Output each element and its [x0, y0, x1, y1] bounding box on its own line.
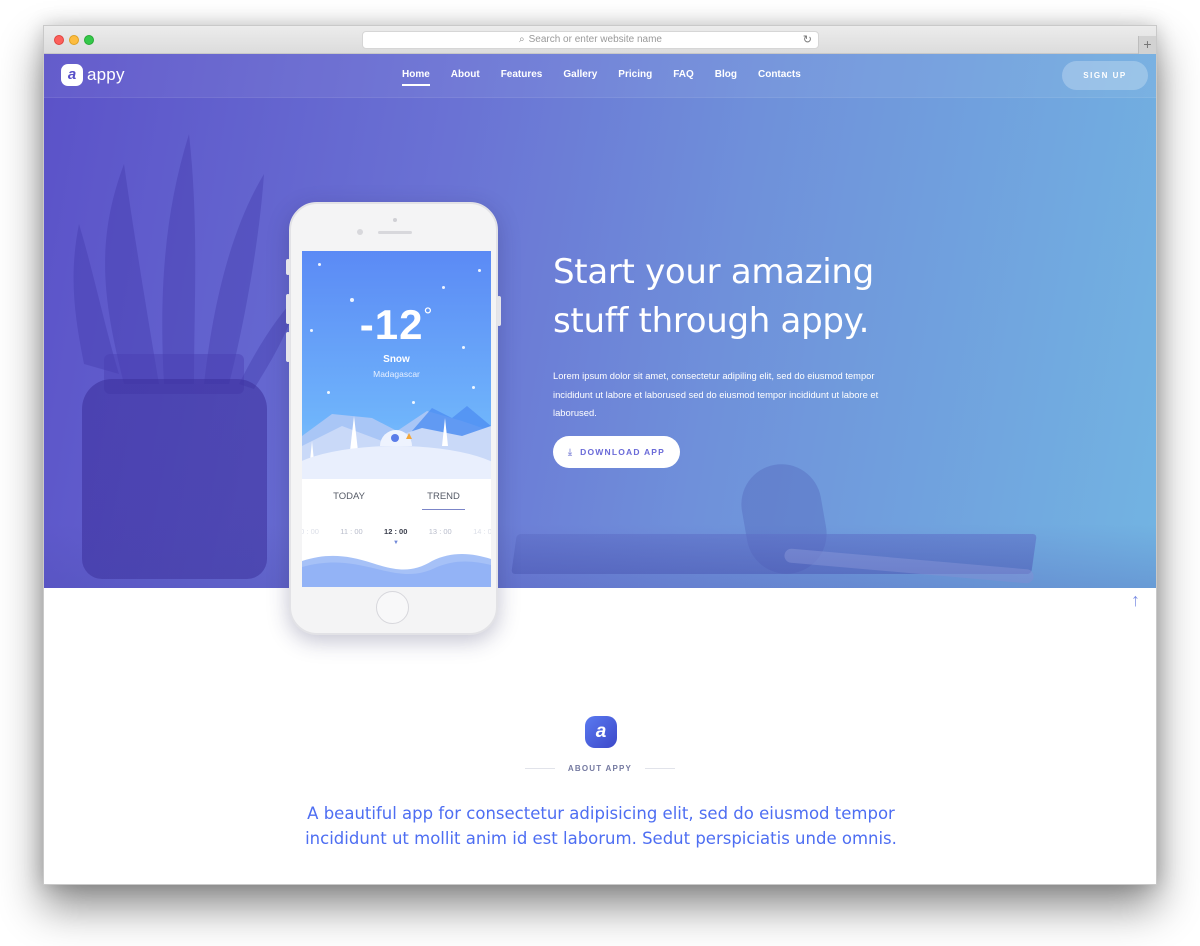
- time-slot[interactable]: 13 : 00: [429, 527, 452, 536]
- tab-today[interactable]: TODAY: [333, 491, 365, 510]
- logo-text: appy: [87, 65, 125, 84]
- nav-item-home[interactable]: Home: [402, 69, 430, 86]
- download-icon: ⤓: [567, 446, 574, 457]
- weather-app-screen: -12° Snow Madagascar TODAY TREND 10 : 00…: [302, 251, 491, 587]
- new-tab-button[interactable]: +: [1138, 36, 1156, 54]
- snowflake-icon: [412, 401, 415, 404]
- about-label-text: ABOUT APPY: [567, 764, 633, 773]
- degree-symbol: °: [423, 303, 434, 328]
- address-bar[interactable]: ⌕ Search or enter website name ↻: [362, 31, 819, 49]
- hero-title-line-2: stuff through appy.: [553, 301, 870, 341]
- weather-sky: -12° Snow Madagascar: [302, 251, 491, 479]
- maximize-window-button[interactable]: [84, 35, 94, 45]
- site-navbar: a appy Home About Features Gallery Prici…: [44, 54, 1156, 98]
- address-bar-placeholder: Search or enter website name: [528, 34, 662, 45]
- table-decoration: [44, 524, 1156, 588]
- hourly-timeline: 10 : 00 11 : 00 12 : 00 13 : 00 14 : 00: [302, 527, 491, 536]
- phone-volume-up: [286, 294, 290, 324]
- nav-item-contacts[interactable]: Contacts: [758, 69, 801, 85]
- nav-item-blog[interactable]: Blog: [715, 69, 737, 85]
- close-window-button[interactable]: [54, 35, 64, 45]
- time-slot[interactable]: 10 : 00: [302, 527, 319, 536]
- browser-window: ⌕ Search or enter website name ↻ + a appy: [43, 25, 1157, 885]
- nav-item-features[interactable]: Features: [501, 69, 543, 85]
- snowflake-icon: [478, 269, 481, 272]
- weather-condition: Snow: [383, 354, 410, 365]
- time-slot[interactable]: 11 : 00: [340, 527, 362, 536]
- minimize-window-button[interactable]: [69, 35, 79, 45]
- logo-badge: a: [61, 64, 83, 86]
- phone-mute-switch: [286, 259, 290, 275]
- about-section-label: ABOUT APPY: [44, 764, 1156, 773]
- hero-title-line-1: Start your amazing: [553, 252, 874, 292]
- current-time-caret-icon: ▼: [393, 540, 399, 546]
- phone-camera: [357, 229, 363, 235]
- trend-wave-chart: [302, 554, 491, 587]
- hero-title: Start your amazing stuff through appy.: [553, 248, 874, 346]
- download-app-button[interactable]: ⤓ DOWNLOAD APP: [553, 436, 680, 468]
- tab-trend[interactable]: TREND: [422, 491, 465, 510]
- nav-item-about[interactable]: About: [451, 69, 480, 85]
- arrow-up-icon[interactable]: ↑: [1131, 590, 1140, 611]
- snowy-landscape-illustration: [302, 406, 491, 479]
- phone-home-button: [376, 591, 409, 624]
- time-slot[interactable]: 14 : 00: [473, 527, 491, 536]
- temperature-value: -12: [359, 301, 424, 348]
- reload-icon[interactable]: ↻: [803, 32, 812, 48]
- about-description: A beautiful app for consectetur adipisic…: [305, 804, 897, 848]
- divider-right: [645, 768, 676, 769]
- site-logo[interactable]: a appy: [61, 64, 125, 86]
- weather-tabs: TODAY TREND: [302, 491, 491, 510]
- snowflake-icon: [327, 391, 330, 394]
- time-slot-current[interactable]: 12 : 00: [384, 527, 407, 536]
- browser-titlebar: ⌕ Search or enter website name ↻ +: [44, 26, 1156, 54]
- magnifier-icon: ⌕: [518, 34, 525, 45]
- sign-up-button[interactable]: SIGN UP: [1062, 61, 1148, 90]
- temperature-readout: -12°: [302, 301, 491, 349]
- phone-speaker: [378, 231, 412, 234]
- phone-sensor: [393, 218, 397, 222]
- divider-left: [524, 768, 555, 769]
- snowflake-icon: [472, 386, 475, 389]
- phone-mockup: -12° Snow Madagascar TODAY TREND 10 : 00…: [286, 202, 501, 635]
- phone-volume-down: [286, 332, 290, 362]
- main-nav: Home About Features Gallery Pricing FAQ …: [402, 69, 822, 86]
- nav-item-gallery[interactable]: Gallery: [563, 69, 597, 85]
- weather-location: Madagascar: [373, 369, 420, 379]
- phone-power-button: [497, 296, 501, 326]
- hero-description: Lorem ipsum dolor sit amet, consectetur …: [553, 370, 879, 418]
- snowflake-icon: [318, 263, 321, 266]
- snowflake-icon: [442, 286, 445, 289]
- nav-item-faq[interactable]: FAQ: [673, 69, 694, 85]
- about-logo-badge: a: [585, 716, 617, 748]
- download-app-label: DOWNLOAD APP: [580, 447, 666, 457]
- nav-item-pricing[interactable]: Pricing: [618, 69, 652, 85]
